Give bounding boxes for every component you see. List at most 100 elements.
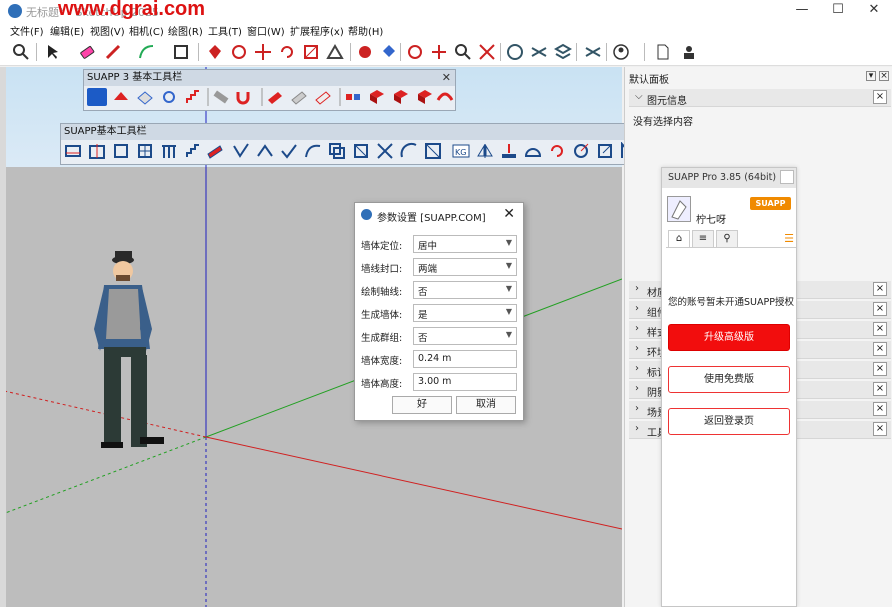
arc-tool-icon[interactable] bbox=[400, 142, 418, 160]
rotate-icon[interactable] bbox=[278, 43, 296, 61]
draw-axis-select[interactable]: 否 ▼ bbox=[413, 281, 517, 299]
section-close-button[interactable]: × bbox=[873, 382, 887, 396]
wall-red-icon[interactable] bbox=[112, 88, 130, 106]
dome-tool-icon[interactable] bbox=[524, 142, 542, 160]
menu-camera[interactable]: 相机(C) bbox=[129, 23, 164, 38]
menu-window[interactable]: 窗口(W) bbox=[247, 23, 285, 38]
zoom-extents-icon[interactable] bbox=[478, 43, 496, 61]
pan-icon[interactable] bbox=[430, 43, 448, 61]
paint-bucket-icon[interactable] bbox=[380, 43, 398, 61]
plane-red-icon[interactable] bbox=[266, 88, 284, 106]
generate-group-select[interactable]: 否 ▼ bbox=[413, 327, 517, 345]
cube-red-2-icon[interactable] bbox=[392, 88, 410, 106]
tray-pin-button[interactable]: ▾ bbox=[866, 71, 876, 81]
layers-icon[interactable] bbox=[553, 43, 573, 61]
generate-wall-select[interactable]: 是 ▼ bbox=[413, 304, 517, 322]
expand-tool-icon[interactable] bbox=[596, 142, 614, 160]
railing-tool-icon[interactable] bbox=[160, 142, 178, 160]
line-edit-2-icon[interactable] bbox=[256, 142, 274, 160]
line-edit-icon[interactable] bbox=[232, 142, 250, 160]
section-close-button[interactable]: × bbox=[873, 402, 887, 416]
frame-tool-icon[interactable] bbox=[424, 142, 442, 160]
window-tool-icon[interactable] bbox=[136, 142, 154, 160]
lift-tool-icon[interactable] bbox=[500, 142, 518, 160]
ok-button[interactable]: 好 bbox=[392, 396, 452, 414]
dialog-close-button[interactable]: ✕ bbox=[503, 206, 515, 222]
zoom-window-icon[interactable] bbox=[454, 43, 472, 61]
wall-tool-icon[interactable] bbox=[64, 142, 82, 160]
stairs-tool-icon[interactable] bbox=[184, 142, 202, 160]
mirror-tool-icon[interactable] bbox=[476, 142, 494, 160]
menu-help[interactable]: 帮助(H) bbox=[348, 23, 383, 38]
close-window-button[interactable]: ✕ bbox=[854, 2, 892, 20]
magnet-icon[interactable] bbox=[234, 88, 252, 106]
tray-section-entity-info[interactable]: ⌵ 图元信息 × bbox=[629, 89, 891, 107]
suapp-logo-icon[interactable] bbox=[87, 88, 107, 106]
spiral-tool-icon[interactable] bbox=[572, 142, 590, 160]
minimize-button[interactable]: — bbox=[782, 2, 822, 20]
extension-manager-icon[interactable] bbox=[584, 43, 602, 61]
section-close-button[interactable]: × bbox=[873, 302, 887, 316]
resize-tool-icon[interactable] bbox=[352, 142, 370, 160]
back-to-login-button[interactable]: 返回登录页 bbox=[668, 408, 790, 435]
zoom-icon[interactable] bbox=[12, 43, 30, 61]
plane-edit-icon[interactable] bbox=[314, 88, 332, 106]
offset-icon[interactable] bbox=[326, 43, 344, 61]
rotate-tool-icon[interactable] bbox=[548, 142, 566, 160]
suapp3-toolbar-title[interactable]: SUAPP 3 基本工具栏 ✕ bbox=[84, 70, 455, 86]
warehouse-icon[interactable] bbox=[506, 43, 524, 61]
list-icon[interactable]: ≡ bbox=[692, 230, 714, 248]
new-file-icon[interactable] bbox=[654, 43, 672, 61]
follow-me-icon[interactable] bbox=[230, 43, 248, 61]
upgrade-button[interactable]: 升级高级版 bbox=[668, 324, 790, 351]
section-close-button[interactable]: × bbox=[873, 422, 887, 436]
home-icon[interactable]: ⌂ bbox=[668, 230, 690, 248]
suapp-panel-close-button[interactable] bbox=[780, 170, 794, 184]
wall-width-input[interactable]: 0.24 m bbox=[413, 350, 517, 368]
gear-icon[interactable] bbox=[160, 88, 178, 106]
search-icon[interactable]: ⚲ bbox=[716, 230, 738, 248]
eraser-icon[interactable] bbox=[78, 43, 96, 61]
kg-tool-icon[interactable]: KG bbox=[452, 142, 470, 160]
curve-tool-icon[interactable] bbox=[304, 142, 322, 160]
roof-icon[interactable] bbox=[136, 88, 154, 106]
shape-icon[interactable] bbox=[172, 43, 190, 61]
wave-red-icon[interactable] bbox=[436, 88, 454, 106]
scale-icon[interactable] bbox=[302, 43, 320, 61]
cube-red-icon[interactable] bbox=[368, 88, 386, 106]
menu-icon[interactable]: ☰ bbox=[784, 232, 794, 245]
select-arrow-icon[interactable] bbox=[44, 43, 62, 61]
section-close-button[interactable]: × bbox=[873, 342, 887, 356]
section-close-button[interactable]: × bbox=[873, 362, 887, 376]
menu-draw[interactable]: 绘图(R) bbox=[168, 23, 203, 38]
suapp3-toolbar-close-button[interactable]: ✕ bbox=[442, 70, 451, 86]
section-close-button[interactable]: × bbox=[873, 282, 887, 296]
menu-edit[interactable]: 编辑(E) bbox=[50, 23, 84, 38]
account-icon[interactable] bbox=[612, 43, 630, 61]
pipe-icon[interactable] bbox=[212, 88, 230, 106]
intersect-tool-icon[interactable] bbox=[376, 142, 394, 160]
tape-measure-icon[interactable] bbox=[356, 43, 374, 61]
wall-position-select[interactable]: 居中 ▼ bbox=[413, 235, 517, 253]
menu-file[interactable]: 文件(F) bbox=[10, 23, 44, 38]
check-line-icon[interactable] bbox=[280, 142, 298, 160]
section-close-button[interactable]: × bbox=[873, 90, 887, 104]
section-close-button[interactable]: × bbox=[873, 322, 887, 336]
stairs-icon[interactable] bbox=[184, 88, 202, 106]
move-icon[interactable] bbox=[254, 43, 272, 61]
free-version-button[interactable]: 使用免费版 bbox=[668, 366, 790, 393]
extension-warehouse-icon[interactable] bbox=[530, 43, 548, 61]
copy-tool-icon[interactable] bbox=[328, 142, 346, 160]
roof-tool-icon[interactable] bbox=[206, 142, 224, 160]
blocks-icon[interactable] bbox=[344, 88, 362, 106]
plane-gray-icon[interactable] bbox=[290, 88, 308, 106]
menu-tools[interactable]: 工具(T) bbox=[208, 23, 242, 38]
arc-icon[interactable] bbox=[138, 43, 156, 61]
menu-extensions[interactable]: 扩展程序(x) bbox=[290, 23, 344, 38]
maximize-button[interactable]: ☐ bbox=[818, 2, 858, 20]
wall-height-input[interactable]: 3.00 m bbox=[413, 373, 517, 391]
tray-close-button[interactable]: × bbox=[879, 71, 889, 81]
orbit-icon[interactable] bbox=[406, 43, 424, 61]
pencil-icon[interactable] bbox=[104, 43, 122, 61]
user-icon[interactable] bbox=[680, 43, 698, 61]
